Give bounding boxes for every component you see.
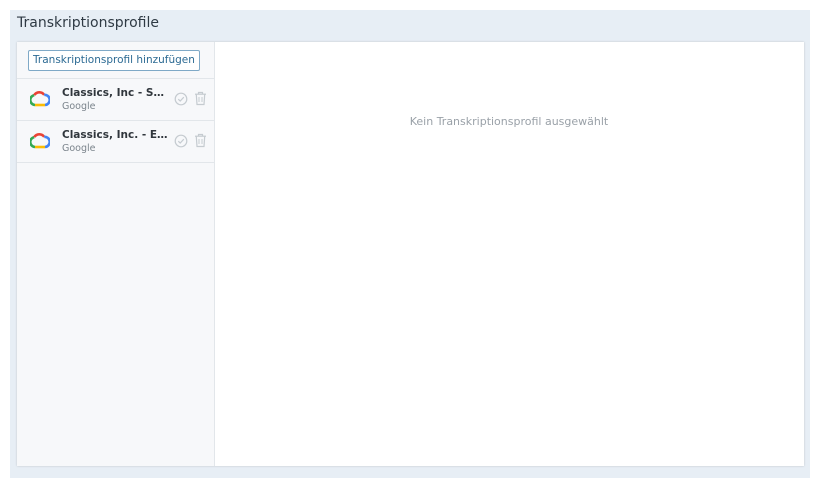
trash-icon[interactable] — [194, 91, 207, 106]
trash-icon[interactable] — [194, 133, 207, 148]
page-title: Transkriptionsprofile — [17, 15, 159, 31]
profile-name: Classics, Inc - Spanish — [62, 87, 170, 99]
profile-provider: Google — [62, 101, 96, 112]
check-circle-icon[interactable] — [174, 134, 188, 148]
profile-name: Classics, Inc. - English — [62, 129, 170, 141]
google-cloud-icon — [30, 91, 50, 107]
profile-sidebar: Transkriptionsprofil hinzufügen Classics… — [17, 42, 215, 466]
empty-state-message: Kein Transkriptionsprofil ausgewählt — [409, 115, 609, 128]
profile-list-item[interactable]: Classics, Inc. - English Google — [17, 121, 214, 163]
google-cloud-icon — [30, 133, 50, 149]
page-frame: Transkriptionsprofile Transkriptionsprof… — [10, 10, 810, 478]
main-panel: Transkriptionsprofil hinzufügen Classics… — [17, 42, 804, 466]
profile-list-item[interactable]: Classics, Inc - Spanish Google — [17, 79, 214, 121]
profile-provider: Google — [62, 143, 96, 154]
profile-list: Classics, Inc - Spanish Google — [17, 78, 214, 163]
check-circle-icon[interactable] — [174, 92, 188, 106]
add-profile-button[interactable]: Transkriptionsprofil hinzufügen — [28, 50, 200, 71]
